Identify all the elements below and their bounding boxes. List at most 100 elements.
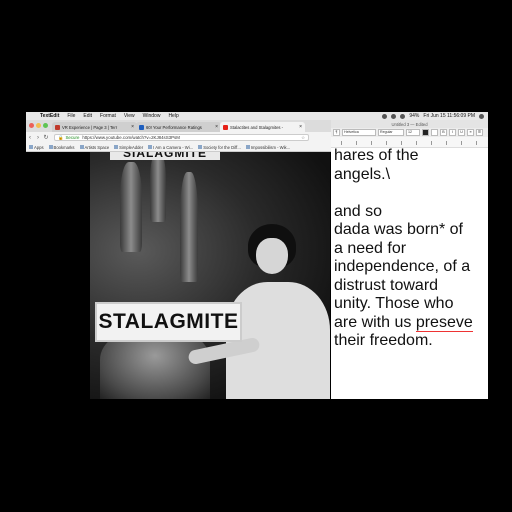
italic-icon[interactable]: I xyxy=(449,129,456,136)
font-family-select[interactable]: Helvetica xyxy=(342,129,376,136)
menubar-clock[interactable]: Fri Jun 15 11:56:09 PM xyxy=(423,113,475,119)
underline-icon[interactable]: U xyxy=(458,129,465,136)
tab-close-icon[interactable]: × xyxy=(299,124,302,130)
ruler-tick xyxy=(476,141,477,145)
bookmark-artists-space[interactable]: Artists Space xyxy=(79,145,109,150)
top-sign: SIALAGMITE xyxy=(110,152,220,160)
bookmark-i-am-a-camera[interactable]: I Am a Camera - Wi... xyxy=(148,145,193,150)
page-icon xyxy=(114,145,119,149)
bookmarks-bar: Apps Bookmarks Artists Space SimpleAdder… xyxy=(26,143,331,152)
ruler-tick xyxy=(431,141,432,145)
woman-face xyxy=(256,238,288,274)
apps-icon xyxy=(29,145,33,149)
tab-close-icon[interactable]: × xyxy=(131,124,134,130)
tab-performance-ratings[interactable]: 60! Your Performance Ratings × xyxy=(136,122,221,132)
menu-view[interactable]: View xyxy=(120,113,139,119)
tab-favicon-icon xyxy=(223,124,228,130)
bookmark-simpleadder[interactable]: SimpleAdder xyxy=(114,145,143,150)
text-line: independence, of a xyxy=(334,258,471,275)
align-left-icon[interactable]: ≡ xyxy=(467,129,474,136)
text-line: hares of the xyxy=(334,147,419,164)
lock-icon: 🔒 xyxy=(58,134,64,140)
ruler-tick xyxy=(461,141,462,145)
omnibox[interactable]: 🔒 Secure https://www.youtube.com/watch?v… xyxy=(54,134,309,141)
bold-icon[interactable]: B xyxy=(440,129,447,136)
format-toolbar: ¶ Helvetica Regular 12 B I U ≡ ☰ xyxy=(331,128,488,137)
document-text[interactable]: hares of the angels.\ and so dada was born… xyxy=(334,147,488,399)
wifi-icon[interactable] xyxy=(391,113,397,119)
ruler-tick xyxy=(356,141,357,145)
paragraph-style-icon[interactable]: ¶ xyxy=(333,129,340,136)
tab-label: VR Experience | Page 3 | Terr xyxy=(62,124,118,130)
text-line: unity. Those who xyxy=(334,295,454,312)
ruler-tick xyxy=(386,141,387,145)
battery-percent[interactable]: 94% xyxy=(409,113,419,119)
forward-icon[interactable]: › xyxy=(34,135,42,141)
bookmark-label: Bookmarks xyxy=(53,144,75,150)
page-icon xyxy=(79,145,84,149)
list-icon[interactable]: ☰ xyxy=(476,129,483,136)
tab-label: 60! Your Performance Ratings xyxy=(146,124,202,130)
wikipedia-icon xyxy=(245,145,250,149)
text-color-icon[interactable] xyxy=(422,129,429,136)
text-line xyxy=(334,184,488,203)
reload-icon[interactable]: ↻ xyxy=(42,134,50,141)
bookmark-label: SimpleAdder xyxy=(119,144,144,150)
text-line-mixed: are with us preseve xyxy=(334,313,488,333)
tab-strip: VR Experience | Page 3 | Terr × 60! Your… xyxy=(26,120,331,132)
highlight-color-icon[interactable] xyxy=(431,129,438,136)
font-size-select[interactable]: 12 xyxy=(406,129,420,136)
stalagmite-sign: STALAGMITE xyxy=(95,302,242,342)
bookmark-star-icon[interactable]: ☆ xyxy=(301,135,305,141)
bookmark-label: Apps xyxy=(34,144,44,150)
bookmark-label: Impossibilism - Wik... xyxy=(250,144,291,150)
wikipedia-icon xyxy=(148,145,153,149)
bookmark-bookmarks[interactable]: Bookmarks xyxy=(48,144,75,150)
ruler-tick xyxy=(416,141,417,145)
textedit-window: Untitled 3 — Edited ¶ Helvetica Regular … xyxy=(331,120,488,399)
close-window-icon[interactable] xyxy=(29,123,34,128)
menu-file[interactable]: File xyxy=(63,113,79,119)
menu-app-name[interactable]: TextEdit xyxy=(36,113,63,119)
bookmark-apps[interactable]: Apps xyxy=(29,145,44,150)
stalactite-shape xyxy=(120,162,142,252)
back-icon[interactable]: ‹ xyxy=(26,135,34,141)
window-controls xyxy=(29,123,48,128)
minimize-window-icon[interactable] xyxy=(36,123,41,128)
bookmark-label: Society for the Diff... xyxy=(203,144,241,150)
font-style-select[interactable]: Regular xyxy=(378,129,404,136)
stalactite-shape xyxy=(180,172,198,282)
volume-icon[interactable] xyxy=(400,113,406,119)
secure-label: Secure xyxy=(65,135,80,140)
menu-help[interactable]: Help xyxy=(164,113,182,119)
tab-stalactites[interactable]: Stalactites and Stalagmites - × xyxy=(220,122,305,132)
menu-format[interactable]: Format xyxy=(96,113,120,119)
text-line: dada was born* of xyxy=(334,221,463,238)
bookmark-society[interactable]: Society for the Diff... xyxy=(198,145,241,150)
tab-favicon-icon xyxy=(139,124,144,130)
video-player[interactable]: SIALAGMITE STALAGMITE xyxy=(90,152,330,399)
text-fragment: are with us xyxy=(334,313,416,331)
ruler-tick xyxy=(371,141,372,145)
stalactite-shape xyxy=(150,152,166,222)
bookmark-impossibilism[interactable]: Impossibilism - Wik... xyxy=(245,144,291,150)
url-text[interactable]: https://www.youtube.com/watch?v=2KJ84sS3… xyxy=(82,135,180,140)
tab-vr-experience[interactable]: VR Experience | Page 3 | Terr × xyxy=(52,122,137,132)
text-line: their freedom. xyxy=(334,332,433,349)
menu-edit[interactable]: Edit xyxy=(79,113,96,119)
text-line: and so xyxy=(334,202,383,220)
text-line: a need for xyxy=(334,239,407,257)
zoom-window-icon[interactable] xyxy=(43,123,48,128)
tab-favicon-icon xyxy=(55,124,60,130)
address-bar: ‹ › ↻ 🔒 Secure https://www.youtube.com/w… xyxy=(26,132,331,143)
textedit-title: Untitled 3 — Edited xyxy=(331,120,488,128)
mac-menubar: TextEdit File Edit Format View Window He… xyxy=(26,112,488,120)
misspelled-word[interactable]: preseve xyxy=(415,313,473,332)
status-icon[interactable] xyxy=(382,113,388,119)
text-line: distrust toward xyxy=(334,276,439,294)
menu-window[interactable]: Window xyxy=(139,113,165,119)
ruler-tick xyxy=(446,141,447,145)
tab-close-icon[interactable]: × xyxy=(215,124,218,130)
wikipedia-icon xyxy=(198,145,203,149)
spotlight-icon[interactable] xyxy=(479,113,484,119)
